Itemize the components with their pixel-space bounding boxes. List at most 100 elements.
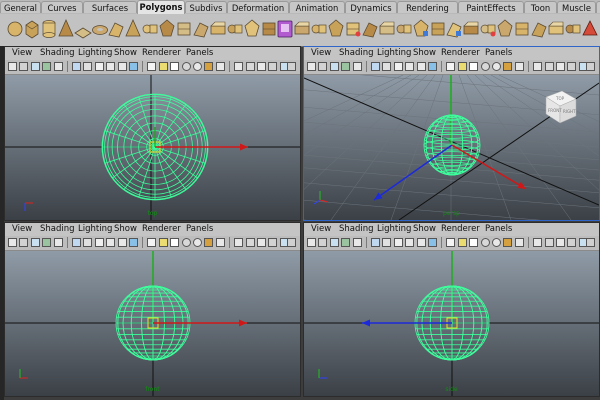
panel-toolbar-button[interactable] (257, 238, 266, 247)
panel-menu-show[interactable]: Show (114, 224, 137, 235)
panel-layout-button[interactable] (586, 238, 595, 247)
panel-toolbar-button[interactable] (106, 238, 116, 247)
panel-toolbar-button[interactable] (469, 62, 479, 71)
panel-layout-button[interactable] (586, 62, 595, 71)
panel-toolbar-button[interactable] (268, 238, 278, 247)
panel-toolbar-button[interactable] (371, 238, 380, 247)
panel-toolbar-button[interactable] (158, 238, 168, 247)
panel-toolbar-button[interactable] (245, 62, 255, 71)
panel-menu-panels[interactable]: Panels (186, 48, 213, 59)
panel-toolbar-button[interactable] (94, 62, 104, 71)
panel-toolbar-button[interactable] (341, 62, 351, 71)
panel-toolbar-button[interactable] (457, 238, 467, 247)
panel-menu-view[interactable]: View (311, 48, 331, 59)
viewport-side[interactable]: side (304, 251, 599, 396)
panel-toolbar-button[interactable] (307, 62, 316, 71)
panel-menu-panels[interactable]: Panels (186, 224, 213, 235)
panel-menu-view[interactable]: View (12, 224, 32, 235)
panel-toolbar-button[interactable] (382, 62, 392, 71)
panel-toolbar-button[interactable] (514, 238, 524, 247)
panel-toolbar-button[interactable] (533, 62, 543, 71)
panel-toolbar-button[interactable] (268, 62, 278, 71)
panel-menu-panels[interactable]: Panels (485, 48, 512, 59)
shelf-tab-polygons[interactable]: Polygons (137, 0, 185, 14)
panel-toolbar-button[interactable] (428, 238, 437, 247)
shelf-tab-animation[interactable]: Animation (289, 1, 345, 13)
panel-menu-panels[interactable]: Panels (485, 224, 512, 235)
panel-toolbar-button[interactable] (19, 238, 29, 247)
viewport-front[interactable]: front (5, 251, 300, 396)
viewcube-front-label[interactable]: FRONT (548, 108, 562, 113)
panel-menu-renderer[interactable]: Renderer (142, 224, 181, 235)
panel-toolbar-button[interactable] (416, 62, 426, 71)
viewport-panel-persp[interactable]: View Shading Lighting Show Renderer Panels TO… (303, 46, 600, 221)
panel-toolbar-button[interactable] (556, 62, 565, 71)
viewport-panel-side[interactable]: View Shading Lighting Show Renderer Panels si… (303, 222, 600, 397)
panel-toolbar-button[interactable] (329, 62, 339, 71)
panel-toolbar-button[interactable] (307, 238, 316, 247)
panel-toolbar-button[interactable] (352, 62, 362, 71)
panel-toolbar-button[interactable] (567, 238, 577, 247)
panel-toolbar-button[interactable] (514, 62, 524, 71)
panel-toolbar-button[interactable] (215, 238, 225, 247)
panel-toolbar-button[interactable] (147, 238, 157, 247)
panel-toolbar-button[interactable] (544, 62, 554, 71)
panel-toolbar-button[interactable] (129, 238, 138, 247)
panel-toolbar-button[interactable] (147, 62, 157, 71)
panel-toolbar-button[interactable] (533, 238, 543, 247)
panel-toolbar-button[interactable] (193, 62, 202, 71)
panel-toolbar-button[interactable] (428, 62, 437, 71)
panel-toolbar-button[interactable] (416, 238, 426, 247)
shelf-tab-painteffects[interactable]: PaintEffects (458, 1, 524, 13)
panel-toolbar-button[interactable] (352, 238, 362, 247)
panel-menu-lighting[interactable]: Lighting (78, 48, 112, 59)
panel-toolbar-button[interactable] (405, 238, 415, 247)
panel-toolbar-button[interactable] (329, 238, 339, 247)
panel-toolbar-button[interactable] (405, 62, 415, 71)
panel-toolbar-button[interactable] (215, 62, 225, 71)
viewport-panel-front[interactable]: View Shading Lighting Show Renderer Panels fr… (4, 222, 301, 397)
panel-toolbar-button[interactable] (53, 62, 63, 71)
panel-toolbar-button[interactable] (53, 238, 63, 247)
panel-layout-button[interactable] (287, 238, 296, 247)
viewcube-right-label[interactable]: RIGHT (563, 109, 576, 114)
panel-toolbar-button[interactable] (480, 238, 490, 247)
panel-menu-view[interactable]: View (12, 48, 32, 59)
panel-toolbar-button[interactable] (170, 238, 180, 247)
panel-menu-shading[interactable]: Shading (40, 224, 75, 235)
panel-menu-lighting[interactable]: Lighting (377, 48, 411, 59)
shelf-tab-deformation[interactable]: Deformation (227, 1, 289, 13)
panel-toolbar-button[interactable] (257, 62, 266, 71)
panel-toolbar-button[interactable] (204, 62, 214, 71)
panel-toolbar-button[interactable] (8, 62, 17, 71)
shelf-tab-general[interactable]: General (0, 1, 41, 13)
panel-toolbar-button[interactable] (158, 62, 168, 71)
panel-toolbar-button[interactable] (492, 238, 501, 247)
panel-menu-renderer[interactable]: Renderer (441, 48, 480, 59)
panel-toolbar-button[interactable] (393, 62, 403, 71)
panel-toolbar-button[interactable] (480, 62, 490, 71)
panel-toolbar-button[interactable] (30, 62, 40, 71)
panel-layout-button[interactable] (287, 62, 296, 71)
panel-toolbar-button[interactable] (19, 62, 29, 71)
panel-toolbar-button[interactable] (234, 238, 244, 247)
panel-menu-lighting[interactable]: Lighting (78, 224, 112, 235)
panel-toolbar-button[interactable] (117, 62, 127, 71)
panel-toolbar-button[interactable] (170, 62, 180, 71)
panel-toolbar-button[interactable] (72, 238, 81, 247)
panel-menu-renderer[interactable]: Renderer (441, 224, 480, 235)
panel-toolbar-button[interactable] (318, 238, 328, 247)
panel-toolbar-button[interactable] (72, 62, 81, 71)
panel-menu-show[interactable]: Show (114, 48, 137, 59)
panel-menu-show[interactable]: Show (413, 224, 436, 235)
panel-toolbar-button[interactable] (234, 62, 244, 71)
panel-menu-shading[interactable]: Shading (339, 48, 374, 59)
panel-toolbar-button[interactable] (83, 62, 93, 71)
shelf-tab-subdivs[interactable]: Subdivs (185, 1, 227, 13)
panel-toolbar-button[interactable] (556, 238, 565, 247)
shelf-tab-muscle[interactable]: Muscle (557, 1, 596, 13)
panel-toolbar-button[interactable] (83, 238, 93, 247)
panel-toolbar-button[interactable] (30, 238, 40, 247)
panel-toolbar-button[interactable] (371, 62, 380, 71)
shelf-tab-rendering[interactable]: Rendering (397, 1, 458, 13)
